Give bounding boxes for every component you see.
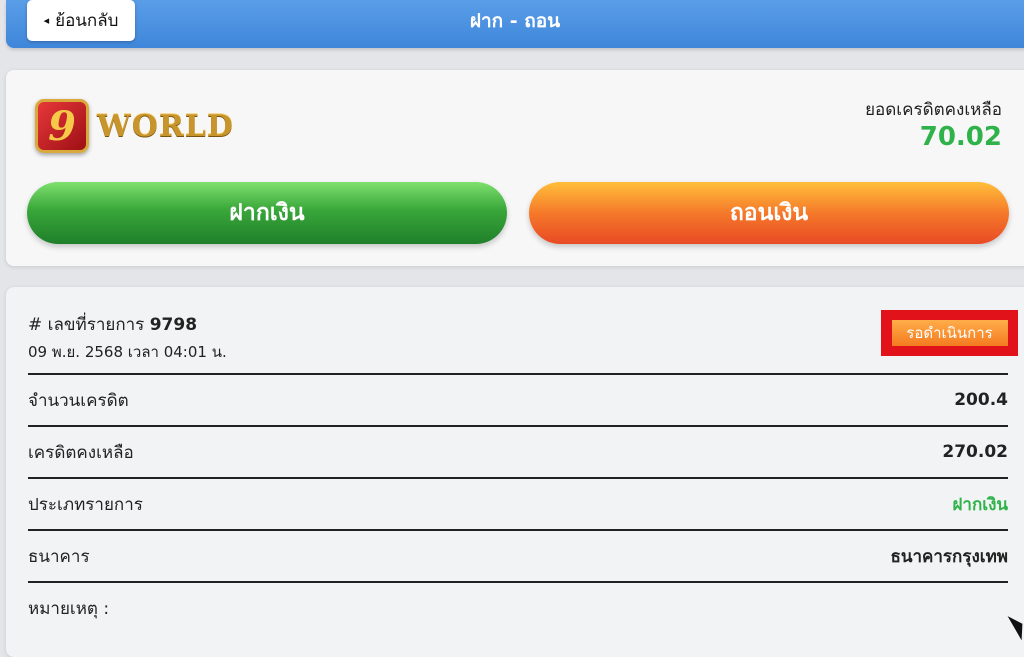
status-highlight: รอดำเนินการ [881, 310, 1018, 356]
row-label: ธนาคาร [28, 546, 90, 567]
withdraw-button[interactable]: ถอนเงิน [529, 182, 1009, 244]
header-bar [6, 0, 1024, 48]
transaction-datetime: 09 พ.ย. 2568 เวลา 04:01 น. [28, 343, 227, 361]
transaction-id-prefix: # เลขที่รายการ [28, 315, 145, 335]
back-button[interactable]: ◂ ย้อนกลับ [27, 0, 135, 41]
row-bank: ธนาคาร ธนาคารกรุงเทพ [28, 529, 1008, 581]
row-value: ฝากเงิน [952, 494, 1008, 515]
transaction-id: # เลขที่รายการ 9798 [28, 311, 197, 338]
status-badge: รอดำเนินการ [891, 320, 1008, 346]
row-transaction-type: ประเภทรายการ ฝากเงิน [28, 477, 1008, 529]
logo-badge: 9 [35, 99, 89, 153]
wallet-card: 9 WORLD ยอดเครดิตคงเหลือ 70.02 ฝากเงิน ถ… [6, 70, 1024, 266]
row-value: ธนาคารกรุงเทพ [890, 546, 1008, 567]
transaction-id-number: 9798 [149, 315, 198, 335]
row-value: 200.4 [954, 390, 1008, 410]
row-label: ประเภทรายการ [28, 494, 143, 515]
balance-value: 70.02 [919, 122, 1002, 152]
row-remark: หมายเหตุ : [28, 581, 1008, 633]
back-button-label: ย้อนกลับ [55, 11, 119, 31]
deposit-button[interactable]: ฝากเงิน [27, 182, 507, 244]
balance-label: ยอดเครดิตคงเหลือ [865, 100, 1002, 120]
chevron-left-icon: ◂ [43, 14, 50, 27]
transaction-card: # เลขที่รายการ 9798 09 พ.ย. 2568 เวลา 04… [6, 287, 1024, 657]
row-label: หมายเหตุ : [28, 598, 110, 619]
logo: 9 WORLD [35, 97, 235, 155]
row-credit-remaining: เครดิตคงเหลือ 270.02 [28, 425, 1008, 477]
logo-wordmark: WORLD [97, 108, 234, 144]
row-label: จำนวนเครดิต [28, 390, 129, 411]
row-credit-amount: จำนวนเครดิต 200.4 [28, 373, 1008, 425]
row-label: เครดิตคงเหลือ [28, 442, 134, 463]
row-value: 270.02 [942, 442, 1008, 462]
